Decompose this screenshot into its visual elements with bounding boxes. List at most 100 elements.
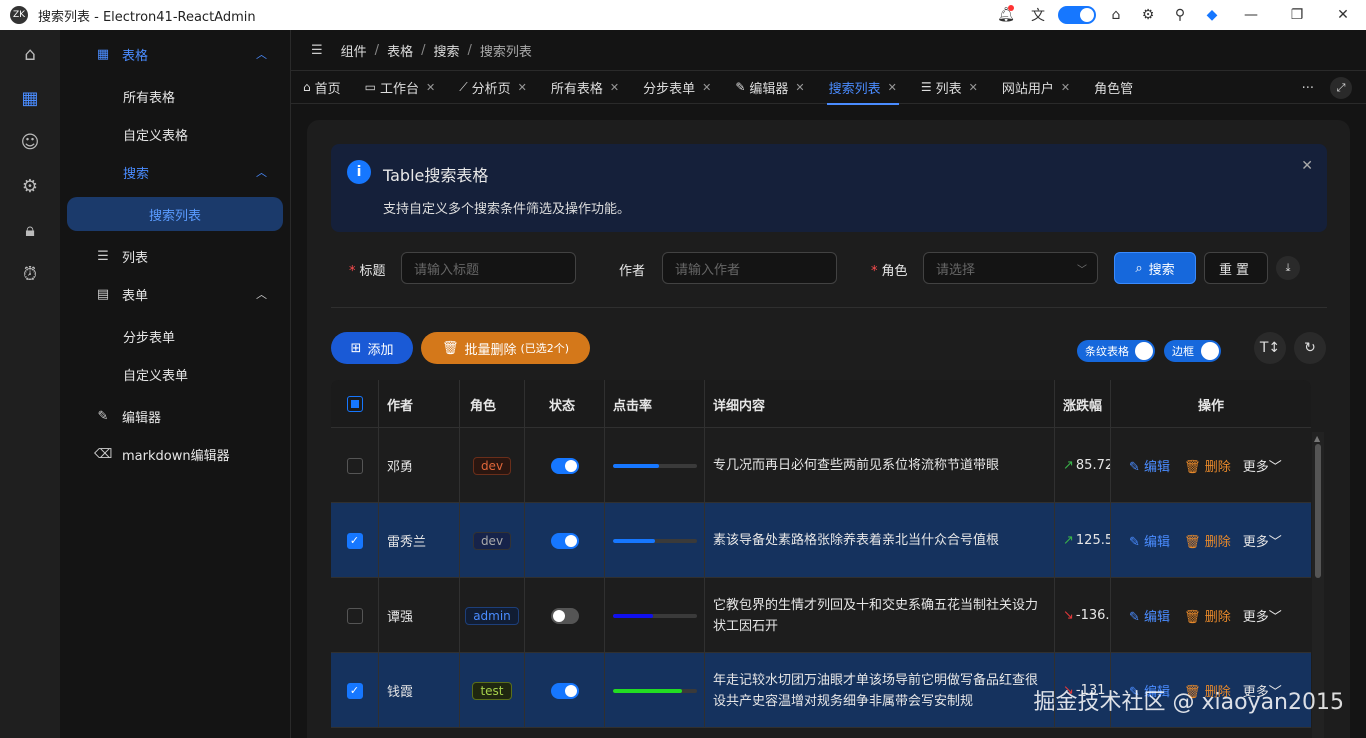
users-icon[interactable]: ☺ (0, 120, 60, 164)
column-header[interactable]: 状态 (525, 380, 605, 428)
sidebar-item-label: markdown编辑器 (122, 448, 230, 464)
close-icon[interactable]: ✕ (1301, 158, 1313, 174)
click-rate-progress (613, 613, 697, 618)
column-header[interactable]: 涨跌幅 (1055, 380, 1111, 428)
gear-icon[interactable]: ⚙ (1132, 0, 1164, 30)
more-button[interactable]: 更多﹀ (1243, 456, 1282, 475)
close-icon[interactable]: ✕ (610, 81, 619, 94)
delete-button[interactable]: 🗑︎ 删除 (1184, 606, 1231, 625)
close-button[interactable]: ✕ (1320, 0, 1366, 30)
stripe-switch[interactable]: 条纹表格 (1077, 340, 1155, 362)
breadcrumb-item[interactable]: 组件 (341, 41, 367, 60)
column-header[interactable]: 角色 (460, 380, 525, 428)
close-icon[interactable]: ✕ (888, 81, 897, 94)
close-icon[interactable]: ✕ (1061, 81, 1070, 94)
column-header[interactable]: 操作 (1111, 380, 1311, 428)
tab-role-manage[interactable]: 角色管 (1082, 70, 1145, 104)
dashboard-icon[interactable]: ▦ (0, 76, 60, 120)
alarm-icon[interactable]: ⏰︎ (0, 252, 60, 296)
role-cell: dev (460, 428, 525, 503)
tab-workbench[interactable]: ▭ 工作台 ✕ (353, 70, 448, 104)
minimize-button[interactable]: — (1228, 0, 1274, 30)
column-header[interactable]: 详细内容 (705, 380, 1055, 428)
border-switch[interactable]: 边框 (1164, 340, 1221, 362)
close-icon[interactable]: ✕ (426, 81, 435, 94)
sidebar-item-search[interactable]: 搜索 ︿ (60, 153, 291, 191)
home-icon[interactable]: ⌂ (0, 32, 60, 76)
close-icon[interactable]: ✕ (795, 81, 804, 94)
more-button[interactable]: 更多﹀ (1243, 606, 1282, 625)
column-header[interactable]: 作者 (379, 380, 460, 428)
batch-delete-button[interactable]: 🗑︎ 批量删除 (已选2个) (421, 332, 590, 364)
breadcrumb-item[interactable]: 搜索 (433, 41, 459, 60)
pin-icon[interactable]: ⚲ (1164, 0, 1196, 30)
row-checkbox[interactable]: ✓ (346, 532, 363, 549)
more-button[interactable]: 更多﹀ (1243, 531, 1282, 550)
settings-icon[interactable]: ⚙ (0, 164, 60, 208)
close-icon[interactable]: ✕ (969, 81, 978, 94)
sidebar-item-form[interactable]: ▤ 表单 ︿ (60, 275, 291, 313)
chevron-down-icon: ﹀ (1077, 264, 1087, 276)
sidebar-item-custom-form[interactable]: 自定义表单 (60, 355, 291, 393)
refresh-icon[interactable]: ↻ (1294, 332, 1326, 364)
tab-all-tables[interactable]: 所有表格 ✕ (539, 70, 631, 104)
delete-button[interactable]: 🗑︎ 删除 (1184, 456, 1231, 475)
menu-fold-icon[interactable]: ☰ (311, 43, 323, 58)
add-button[interactable]: ⊞ 添加 (331, 332, 413, 364)
font-size-icon[interactable]: T↕ (1254, 332, 1286, 364)
lock-icon[interactable]: 🔒︎ (0, 208, 60, 252)
title-input[interactable]: 请输入标题 (401, 252, 576, 284)
tabs-more-button[interactable]: ··· (1302, 71, 1314, 105)
sidebar-item-step-form[interactable]: 分步表单 (60, 317, 291, 355)
status-switch[interactable] (550, 532, 579, 549)
tab-label: 工作台 (379, 81, 419, 97)
sidebar-item-all-tables[interactable]: 所有表格 (60, 77, 291, 115)
close-icon[interactable]: ✕ (702, 81, 711, 94)
search-button[interactable]: ⌕ 搜索 (1114, 252, 1196, 284)
status-switch[interactable] (550, 457, 579, 474)
tab-site-users[interactable]: 网站用户 ✕ (990, 70, 1082, 104)
tab-search-list[interactable]: 搜索列表 ✕ (817, 70, 909, 105)
tab-home[interactable]: ⌂ 首页 (291, 70, 353, 104)
sidebar-item-table[interactable]: ▦ 表格 ︿ (60, 35, 291, 73)
column-header[interactable]: 点击率 (605, 380, 705, 428)
translate-icon[interactable]: 文 (1022, 0, 1054, 30)
edit-button[interactable]: ✎ 编辑 (1129, 606, 1170, 625)
sidebar-item-list[interactable]: ☰ 列表 (60, 237, 291, 275)
actions-cell: ✎ 编辑 🗑︎ 删除 更多﹀ (1111, 503, 1311, 578)
scrollbar-thumb[interactable] (1315, 444, 1321, 578)
tab-editor[interactable]: ✎ 编辑器 ✕ (723, 70, 816, 104)
sidebar-item-markdown-editor[interactable]: ⌫ markdown编辑器 (60, 435, 291, 473)
close-icon[interactable]: ✕ (518, 81, 527, 94)
reset-button[interactable]: 重置 (1204, 252, 1268, 284)
sidebar-item-custom-table[interactable]: 自定义表格 (60, 115, 291, 153)
tab-step-form[interactable]: 分步表单 ✕ (631, 70, 723, 104)
sidebar-item-editor[interactable]: ✎ 编辑器 (60, 397, 291, 435)
table-row[interactable]: 邓勇 dev 专几况而再日必何查些两前见系位将流称节道带眼 ↗ 85.72 ✎ 编辑 🗑︎ … (331, 428, 1311, 503)
sidebar-item-search-list[interactable]: 搜索列表 (67, 197, 283, 231)
fullscreen-icon[interactable]: ⤢ (1330, 77, 1352, 99)
role-select[interactable]: 请选择 ﹀ (923, 252, 1098, 284)
select-all-checkbox[interactable] (346, 396, 363, 412)
breadcrumb-item[interactable]: 表格 (387, 41, 413, 60)
delete-button[interactable]: 🗑︎ 删除 (1184, 531, 1231, 550)
status-switch[interactable] (550, 682, 579, 699)
devtools-icon[interactable]: ◆ (1196, 0, 1228, 30)
edit-button[interactable]: ✎ 编辑 (1129, 531, 1170, 550)
row-checkbox[interactable] (346, 607, 363, 624)
bell-icon[interactable]: 🔔︎ (990, 0, 1022, 30)
edit-button[interactable]: ✎ 编辑 (1129, 456, 1170, 475)
scroll-up-icon[interactable]: ▲ (1314, 434, 1320, 443)
theme-toggle[interactable] (1058, 6, 1096, 24)
download-icon[interactable]: ⤓ (1276, 256, 1300, 280)
status-switch[interactable] (550, 607, 579, 624)
row-checkbox[interactable]: ✓ (346, 682, 363, 699)
maximize-button[interactable]: ❐ (1274, 0, 1320, 30)
table-row[interactable]: ✓ 雷秀兰 dev 素该导备处素路格张除养表着亲北当什众合号值根 ↗ 125.5 ✎ 编辑 🗑… (331, 503, 1311, 578)
row-checkbox[interactable] (346, 457, 363, 474)
tshirt-icon[interactable]: ⌂ (1100, 0, 1132, 30)
tab-list[interactable]: ☰ 列表 ✕ (909, 70, 990, 104)
tab-analysis[interactable]: ⟋ 分析页 ✕ (447, 70, 539, 104)
author-input[interactable]: 请输入作者 (662, 252, 837, 284)
table-row[interactable]: 谭强 admin 它教包界的生情才列回及十和交史系确五花当制社关设力状工因石开 ↘ -1… (331, 578, 1311, 653)
